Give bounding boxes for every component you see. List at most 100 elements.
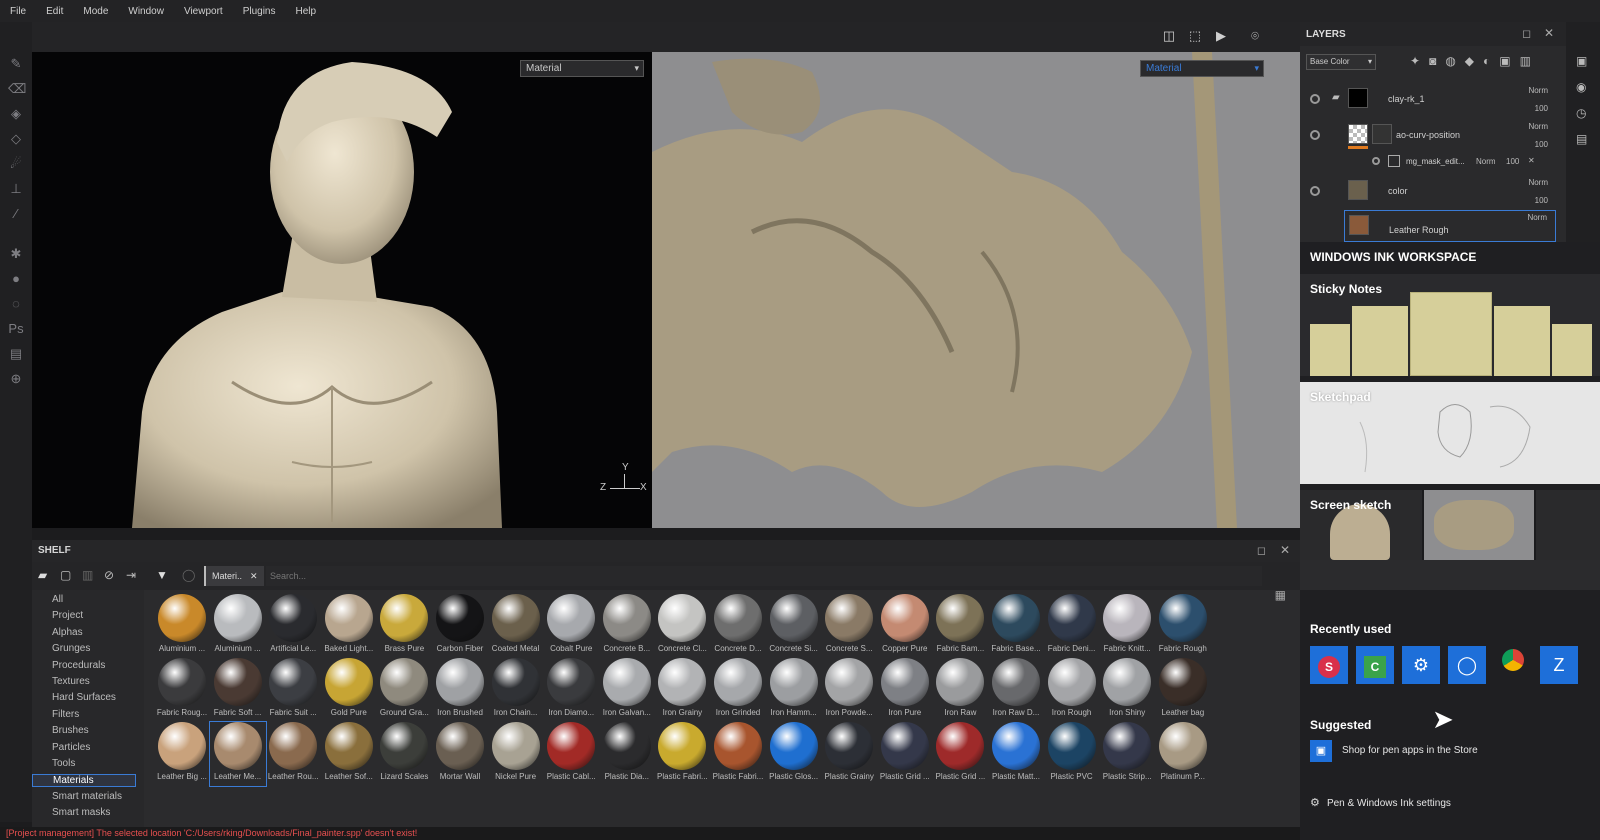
add-folder-icon[interactable]: ▣ bbox=[1499, 54, 1519, 68]
undock-icon[interactable]: ◻ bbox=[1522, 27, 1531, 40]
material-tile[interactable]: Fabric Deni... bbox=[1044, 594, 1100, 658]
category-all[interactable]: All bbox=[52, 594, 63, 605]
material-tile[interactable]: Iron Galvan... bbox=[599, 658, 655, 722]
material-tile[interactable]: Leather Rou... bbox=[265, 722, 321, 786]
material-tile[interactable]: Concrete B... bbox=[599, 594, 655, 658]
effect-icon[interactable]: ✦ bbox=[1410, 54, 1429, 68]
3d-view-icon[interactable]: ⬚ bbox=[1186, 27, 1204, 45]
material-tile[interactable]: Cobalt Pure bbox=[543, 594, 599, 658]
material-tile[interactable]: Fabric Soft ... bbox=[210, 658, 266, 722]
menu-file[interactable]: File bbox=[10, 6, 26, 17]
hide-icon[interactable]: ⊘ bbox=[104, 568, 114, 582]
trash-icon[interactable]: ▥ bbox=[1520, 54, 1540, 68]
fill-layer-icon[interactable]: ◍ bbox=[1445, 54, 1464, 68]
bake-icon[interactable]: ● bbox=[8, 271, 24, 287]
store-link[interactable]: ▣ Shop for pen apps in the Store bbox=[1310, 740, 1590, 762]
material-tile[interactable]: Ground Gra... bbox=[376, 658, 432, 722]
material-tile[interactable]: Concrete S... bbox=[821, 594, 877, 658]
material-tile[interactable]: Iron Brushed bbox=[432, 658, 488, 722]
visibility-icon[interactable] bbox=[1310, 94, 1320, 104]
menu-plugins[interactable]: Plugins bbox=[243, 6, 276, 17]
substance-icon[interactable]: S bbox=[1310, 646, 1348, 684]
paint-layer-icon[interactable]: ◆ bbox=[1465, 54, 1483, 68]
undock-icon[interactable]: ◻ bbox=[1257, 544, 1266, 557]
grid-view-icon[interactable]: ▦ bbox=[1275, 588, 1286, 602]
category-materials[interactable]: Materials bbox=[32, 774, 136, 788]
polygon-fill-icon[interactable]: ✱ bbox=[8, 246, 24, 262]
material-tile[interactable]: Baked Light... bbox=[321, 594, 377, 658]
material-tile[interactable]: Carbon Fiber bbox=[432, 594, 488, 658]
material-tile[interactable]: Coated Metal bbox=[488, 594, 544, 658]
material-tile[interactable]: Mortar Wall bbox=[432, 722, 488, 786]
material-tile[interactable]: Gold Pure bbox=[321, 658, 377, 722]
material-tile[interactable]: Concrete Cl... bbox=[654, 594, 710, 658]
material-tile[interactable]: Plastic Grid ... bbox=[877, 722, 933, 786]
visibility-icon[interactable] bbox=[1310, 186, 1320, 196]
material-tile[interactable]: Aluminium ... bbox=[210, 594, 266, 658]
material-tile[interactable]: Plastic Grainy bbox=[821, 722, 877, 786]
sketchpad-card[interactable]: Sketchpad bbox=[1300, 382, 1600, 484]
menu-help[interactable]: Help bbox=[296, 6, 317, 17]
category-tools[interactable]: Tools bbox=[52, 758, 75, 769]
cortana-icon[interactable]: ◯ bbox=[1448, 646, 1486, 684]
material-tile[interactable]: Aluminium ... bbox=[154, 594, 210, 658]
channel-select[interactable]: Base Color ▾ bbox=[1306, 54, 1376, 70]
material-tile[interactable]: Iron Rough bbox=[1044, 658, 1100, 722]
material-tile[interactable]: Concrete Si... bbox=[766, 594, 822, 658]
viewport-3d[interactable]: Material ▾ Y Z X bbox=[32, 52, 652, 528]
category-project[interactable]: Project bbox=[52, 610, 83, 621]
zbrush-icon[interactable]: Z bbox=[1540, 646, 1578, 684]
properties-icon[interactable]: ▣ bbox=[1576, 54, 1587, 68]
shelf-search-input[interactable] bbox=[266, 566, 1262, 586]
smudge-icon[interactable]: ☄ bbox=[8, 156, 24, 172]
menu-edit[interactable]: Edit bbox=[46, 6, 63, 17]
viewport-right-material-select[interactable]: Material ▾ bbox=[1140, 60, 1264, 77]
material-tile[interactable]: Leather bag bbox=[1155, 658, 1211, 722]
eraser-icon[interactable]: ⌫ bbox=[8, 81, 26, 97]
paint-brush-icon[interactable]: ✎ bbox=[8, 56, 24, 72]
geometry-fill-icon[interactable]: ◇ bbox=[8, 131, 24, 147]
material-tile[interactable]: Fabric Base... bbox=[988, 594, 1044, 658]
new-folder-icon[interactable]: ▢ bbox=[60, 568, 71, 582]
folder-icon[interactable]: ▰ bbox=[38, 568, 47, 582]
material-tile[interactable]: Leather Big ... bbox=[154, 722, 210, 786]
material-tile[interactable]: Fabric Bam... bbox=[932, 594, 988, 658]
material-tile[interactable]: Plastic Cabl... bbox=[543, 722, 599, 786]
material-tile[interactable]: Platinum P... bbox=[1155, 722, 1211, 786]
material-tile[interactable]: Fabric Roug... bbox=[154, 658, 210, 722]
material-tile[interactable]: Plastic Fabri... bbox=[654, 722, 710, 786]
material-tile[interactable]: Leather Me... bbox=[208, 721, 267, 787]
material-tile[interactable]: Plastic PVC bbox=[1044, 722, 1100, 786]
projection-icon[interactable]: ◈ bbox=[8, 106, 24, 122]
material-tile[interactable]: Plastic Glos... bbox=[766, 722, 822, 786]
material-tile[interactable]: Iron Raw D... bbox=[988, 658, 1044, 722]
category-textures[interactable]: Textures bbox=[52, 676, 90, 687]
category-smart-masks[interactable]: Smart masks bbox=[52, 807, 110, 818]
material-tile[interactable]: Lizard Scales bbox=[376, 722, 432, 786]
sync-icon[interactable]: ◯ bbox=[182, 568, 195, 582]
menu-mode[interactable]: Mode bbox=[83, 6, 108, 17]
layer-row[interactable]: mg_mask_edit... Norm 100 ✕ bbox=[1300, 154, 1556, 174]
delete-icon[interactable]: ▥ bbox=[82, 568, 93, 582]
material-tile[interactable]: Iron Grinded bbox=[710, 658, 766, 722]
import-icon[interactable]: ⇥ bbox=[126, 568, 136, 582]
mask-icon[interactable]: ◙ bbox=[1429, 54, 1445, 68]
camera-icon[interactable]: ▶ bbox=[1212, 27, 1230, 45]
material-tile[interactable]: Iron Shiny bbox=[1099, 658, 1155, 722]
material-tile[interactable]: Iron Diamo... bbox=[543, 658, 599, 722]
particle-icon[interactable]: ◌ bbox=[8, 296, 24, 312]
viewport-2d[interactable]: Material ▾ bbox=[652, 52, 1300, 528]
material-tile[interactable]: Iron Grainy bbox=[654, 658, 710, 722]
filter-tag[interactable]: Materi.. ✕ bbox=[204, 566, 264, 586]
category-smart-materials[interactable]: Smart materials bbox=[52, 791, 122, 802]
history-icon[interactable]: ◷ bbox=[1576, 106, 1586, 120]
category-alphas[interactable]: Alphas bbox=[52, 627, 83, 638]
material-tile[interactable]: Plastic Grid ... bbox=[932, 722, 988, 786]
visibility-icon[interactable] bbox=[1372, 157, 1380, 165]
material-tile[interactable]: Iron Chain... bbox=[488, 658, 544, 722]
visibility-icon[interactable] bbox=[1310, 130, 1320, 140]
material-tile[interactable]: Copper Pure bbox=[877, 594, 933, 658]
layer-row-selected[interactable]: Leather Rough Norm bbox=[1344, 210, 1556, 242]
texture-set-icon[interactable]: ▤ bbox=[1576, 132, 1587, 146]
category-particles[interactable]: Particles bbox=[52, 742, 90, 753]
